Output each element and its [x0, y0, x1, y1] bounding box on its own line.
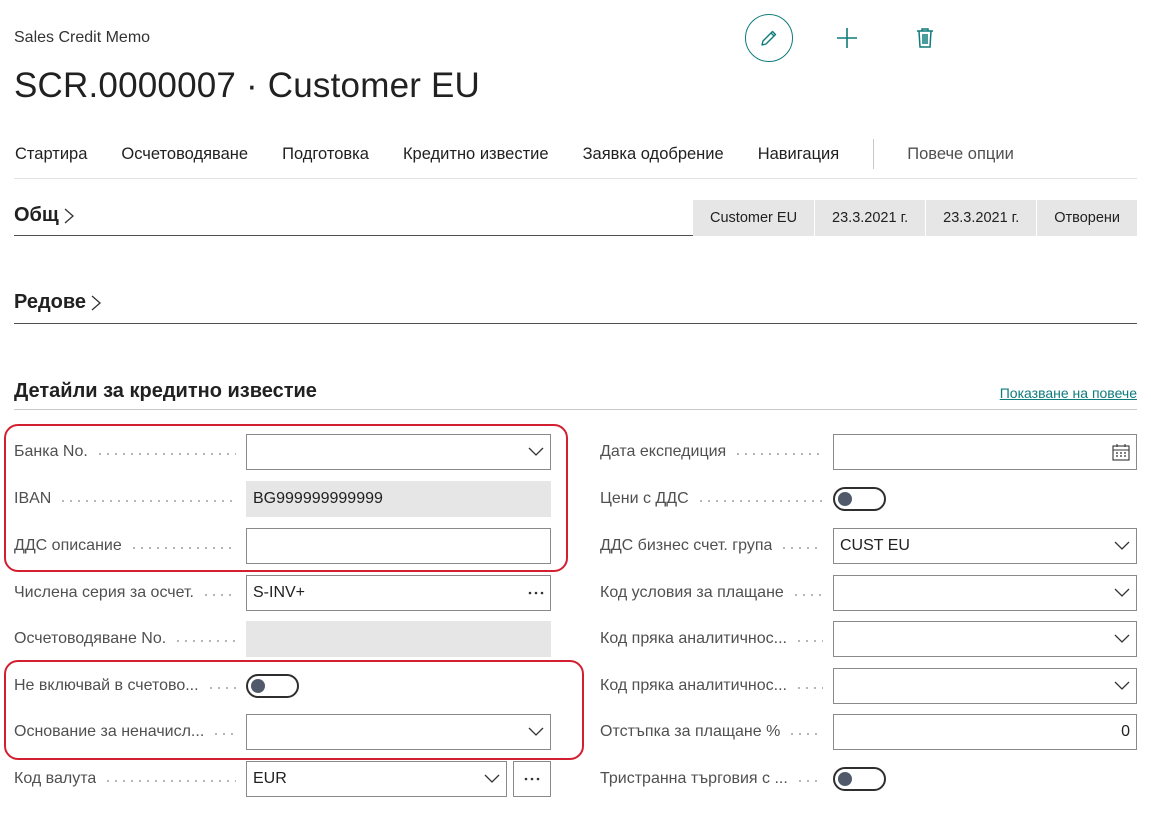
- field-shortcut-dimension-1: Код пряка аналитичнос...: [600, 621, 1137, 657]
- details-section-title: Детайли за кредитно известие: [14, 380, 317, 402]
- delete-button[interactable]: [901, 14, 949, 62]
- page-actions: [745, 14, 949, 62]
- action-post[interactable]: Осчетоводяване: [121, 145, 248, 164]
- chevron-down-icon: [1114, 681, 1130, 691]
- field-prices-incl-vat: Цени с ДДС: [600, 481, 886, 517]
- general-summary: Customer EU 23.3.2021 г. 23.3.2021 г. От…: [693, 200, 1137, 236]
- chevron-right-icon: [90, 294, 102, 312]
- field-label: Осчетоводяване No.: [14, 630, 167, 647]
- currency-assist-button[interactable]: [513, 761, 551, 797]
- ellipsis-icon[interactable]: [528, 591, 544, 595]
- trash-icon: [917, 28, 933, 48]
- field-shortcut-dimension-2: Код пряка аналитичнос...: [600, 668, 1137, 704]
- field-label: Код условия за плащане: [600, 584, 784, 601]
- field-currency-code: Код валута EUR: [14, 761, 551, 797]
- lines-section-header[interactable]: Редове: [14, 291, 102, 314]
- chevron-down-icon: [528, 727, 544, 737]
- action-credit-memo[interactable]: Кредитно известие: [403, 145, 549, 164]
- field-exclude-posting: Не включвай в счетово...: [14, 668, 299, 704]
- pencil-icon: [761, 30, 777, 46]
- summary-customer: Customer EU: [693, 200, 816, 236]
- action-start[interactable]: Стартира: [15, 145, 87, 164]
- field-bank-no: Банка No.: [14, 434, 551, 470]
- new-button[interactable]: [823, 14, 871, 62]
- calendar-icon[interactable]: [1112, 443, 1130, 461]
- field-label: Код пряка аналитичнос...: [600, 677, 787, 694]
- field-label: Банка No.: [14, 443, 88, 460]
- field-label: IBAN: [14, 490, 52, 507]
- lines-section: Редове: [14, 283, 1137, 324]
- field-label: Код пряка аналитичнос...: [600, 630, 787, 647]
- page-subtitle: Sales Credit Memo: [14, 29, 151, 46]
- payment-discount-input[interactable]: 0: [833, 714, 1137, 750]
- shortcut-dimension-1-dropdown[interactable]: [833, 621, 1137, 657]
- summary-posting-date: 23.3.2021 г.: [926, 200, 1038, 236]
- action-separator: [873, 139, 875, 169]
- field-vat-exemption-reason: Основание за неначисл...: [14, 714, 551, 750]
- action-bar: Стартира Осчетоводяване Подготовка Креди…: [14, 130, 1137, 179]
- posting-no-series-input[interactable]: S-INV+: [246, 575, 551, 611]
- lines-section-title: Редове: [14, 291, 87, 313]
- more-options-button[interactable]: Повече опции: [907, 145, 1014, 164]
- field-label: ДДС бизнес счет. група: [600, 537, 773, 554]
- bank-no-dropdown[interactable]: [246, 434, 551, 470]
- field-eu-3-party-trade: Тристранна търговия с ...: [600, 761, 886, 797]
- edit-button[interactable]: [745, 14, 793, 62]
- ellipsis-icon: [524, 777, 540, 781]
- details-section-header: Детайли за кредитно известие Показване н…: [14, 376, 1137, 410]
- posting-no-value: [246, 621, 551, 657]
- field-vat-description: ДДС описание: [14, 528, 551, 564]
- prices-incl-vat-toggle[interactable]: [833, 487, 886, 511]
- show-more-link[interactable]: Показване на повече: [1000, 385, 1137, 401]
- field-label: Основание за неначисл...: [14, 723, 205, 740]
- shipment-date-input[interactable]: [833, 434, 1137, 470]
- field-iban: IBAN BG999999999999: [14, 481, 551, 517]
- payment-terms-code-dropdown[interactable]: [833, 575, 1137, 611]
- field-posting-no-series: Числена серия за осчет. S-INV+: [14, 575, 551, 611]
- action-navigate[interactable]: Навигация: [758, 145, 840, 164]
- summary-document-date: 23.3.2021 г.: [815, 200, 927, 236]
- currency-code-dropdown[interactable]: EUR: [246, 761, 507, 797]
- field-label: Тристранна търговия с ...: [600, 770, 788, 787]
- eu-3-party-trade-toggle[interactable]: [833, 767, 886, 791]
- field-label: Не включвай в счетово...: [14, 677, 199, 694]
- vat-description-input[interactable]: [246, 528, 551, 564]
- page-title: SCR.0000007 · Customer EU: [14, 66, 481, 105]
- shortcut-dimension-2-dropdown[interactable]: [833, 668, 1137, 704]
- chevron-down-icon: [1114, 588, 1130, 598]
- field-posting-no: Осчетоводяване No.: [14, 621, 551, 657]
- summary-status: Отворени: [1037, 200, 1137, 236]
- chevron-down-icon: [1114, 634, 1130, 644]
- field-label: Отстъпка за плащане %: [600, 723, 781, 740]
- general-section-title: Общ: [14, 204, 59, 226]
- field-label: Код валута: [14, 770, 97, 787]
- field-label: Цени с ДДС: [600, 490, 689, 507]
- field-label: ДДС описание: [14, 537, 122, 554]
- chevron-down-icon: [528, 447, 544, 457]
- chevron-down-icon: [1114, 541, 1130, 551]
- plus-icon: [837, 28, 857, 48]
- vat-bus-posting-group-dropdown[interactable]: CUST EU: [833, 528, 1137, 564]
- action-prepare[interactable]: Подготовка: [282, 145, 369, 164]
- exclude-posting-toggle[interactable]: [246, 674, 299, 698]
- field-payment-discount: Отстъпка за плащане % 0: [600, 714, 1137, 750]
- iban-value: BG999999999999: [246, 481, 551, 517]
- field-vat-bus-posting-group: ДДС бизнес счет. група CUST EU: [600, 528, 1137, 564]
- field-label: Числена серия за осчет.: [14, 584, 194, 601]
- chevron-right-icon: [63, 207, 75, 225]
- field-payment-terms-code: Код условия за плащане: [600, 575, 1137, 611]
- general-section: Общ Customer EU 23.3.2021 г. 23.3.2021 г…: [14, 198, 1137, 236]
- field-shipment-date: Дата експедиция: [600, 434, 1137, 470]
- chevron-down-icon: [484, 774, 500, 784]
- general-section-header[interactable]: Общ: [14, 204, 75, 227]
- vat-exemption-reason-dropdown[interactable]: [246, 714, 551, 750]
- field-label: Дата експедиция: [600, 443, 727, 460]
- action-request-approval[interactable]: Заявка одобрение: [583, 145, 724, 164]
